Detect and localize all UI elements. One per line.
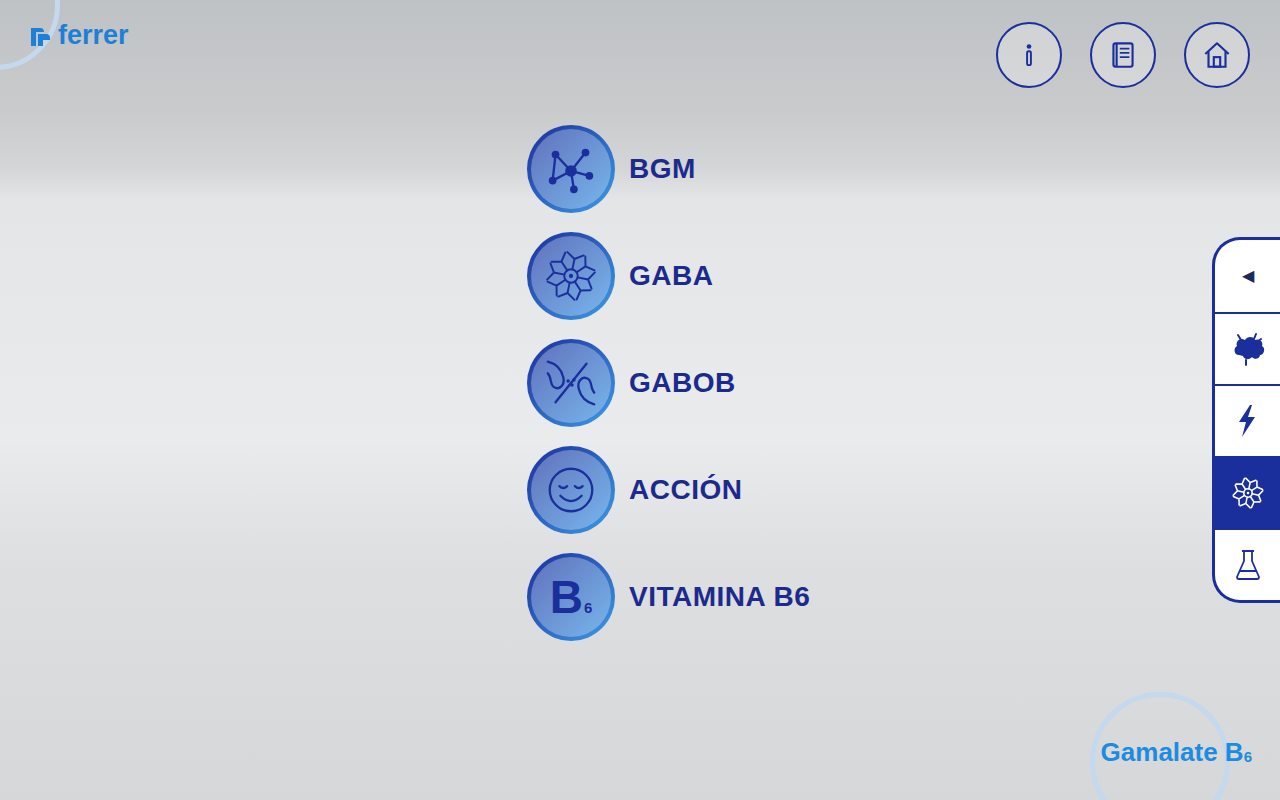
neuron-icon — [542, 247, 600, 305]
info-icon — [1012, 38, 1046, 72]
info-button[interactable] — [996, 22, 1062, 88]
flask-icon — [1230, 547, 1266, 583]
top-bar: ferrer — [0, 0, 1280, 96]
menu-item-label: VITAMINA B6 — [629, 576, 810, 618]
menu-item-badge — [527, 232, 615, 320]
background-photo — [0, 0, 1280, 800]
neuron-icon — [1230, 475, 1266, 511]
menu-item-label: GABA — [629, 255, 713, 297]
collapse-toggle[interactable]: ◀ — [1215, 240, 1280, 312]
menu-item-badge — [527, 339, 615, 427]
product-logo: Gamalate B6 — [1101, 737, 1252, 768]
product-subscript: 6 — [1244, 748, 1252, 765]
side-tab[interactable] — [1215, 384, 1280, 456]
side-tab[interactable] — [1215, 528, 1280, 600]
menu-item-label: BGM — [629, 148, 696, 190]
menu-item[interactable]: GABOB — [527, 339, 1280, 427]
menu-item-badge — [527, 125, 615, 213]
manual-button[interactable] — [1090, 22, 1156, 88]
vitamin-number: 6 — [584, 600, 592, 615]
footer: Gamalate B6 — [0, 737, 1280, 800]
menu-item-badge: B6 — [527, 553, 615, 641]
brain-icon — [1230, 331, 1266, 367]
menu-item[interactable]: BGM — [527, 125, 1280, 213]
menu-item[interactable]: ACCIÓN — [527, 446, 1280, 534]
product-name: Gamalate B — [1101, 737, 1244, 767]
side-tab[interactable] — [1215, 312, 1280, 384]
side-tab[interactable] — [1215, 456, 1280, 528]
vitamin-b6-icon: B6 — [550, 574, 593, 620]
book-icon — [1106, 38, 1140, 72]
side-tab-panel: ◀ — [1212, 237, 1280, 603]
brand-name: ferrer — [58, 22, 129, 49]
toolbar — [996, 22, 1250, 88]
menu-item[interactable]: GABA — [527, 232, 1280, 320]
synapse-icon — [542, 354, 600, 412]
vitamin-letter: B — [550, 574, 583, 620]
app-screen: ferrerBGMGABAGABOBACCIÓNB6VITAMINA B6◀Ga… — [0, 0, 1280, 800]
menu-item-badge — [527, 446, 615, 534]
home-icon — [1200, 38, 1234, 72]
menu-item-label: ACCIÓN — [629, 469, 742, 511]
lightning-icon — [1230, 403, 1266, 439]
home-button[interactable] — [1184, 22, 1250, 88]
main-menu: BGM GABA GABOB ACCIÓN B6 VITAMINA B6 — [0, 125, 1280, 641]
collapse-arrow: ◀ — [1242, 268, 1254, 284]
ferrer-logo-icon — [28, 24, 52, 48]
brand-logo: ferrer — [28, 22, 129, 49]
menu-item[interactable]: B6 VITAMINA B6 — [527, 553, 1280, 641]
smiley-icon — [542, 461, 600, 519]
menu-item-label: GABOB — [629, 362, 736, 404]
molecule-icon — [542, 140, 600, 198]
